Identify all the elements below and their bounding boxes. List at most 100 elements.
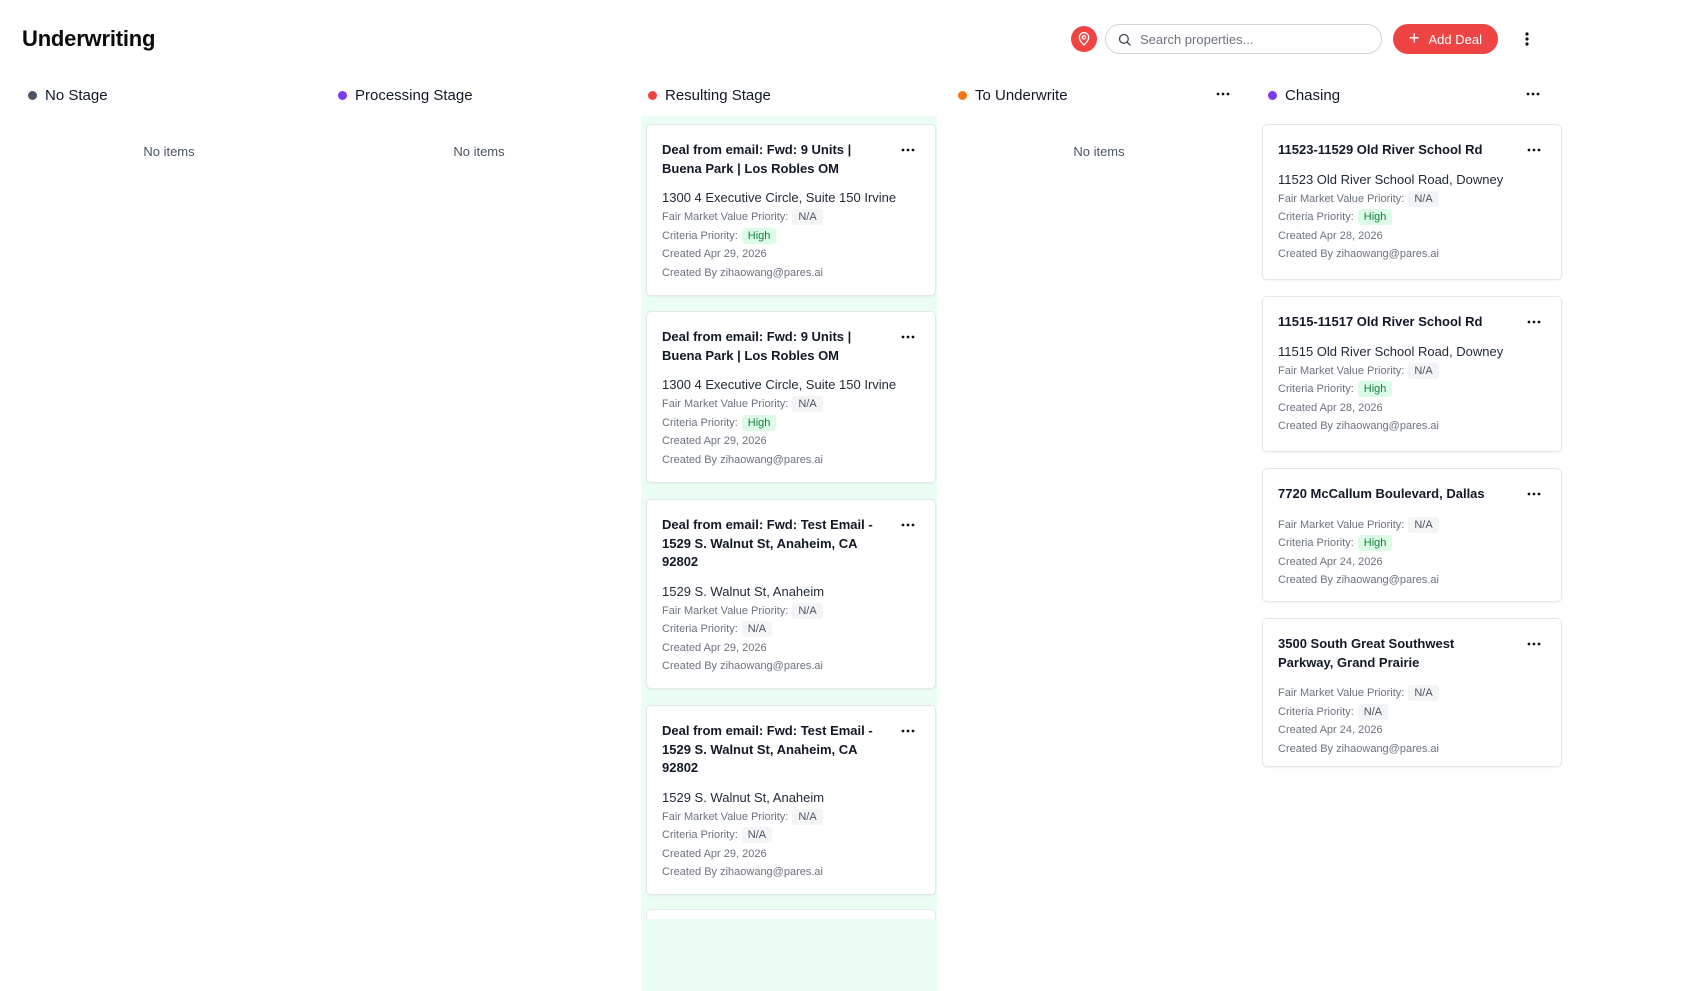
deal-card-partial[interactable] [646, 909, 936, 919]
search-box[interactable] [1105, 24, 1382, 54]
card-menu-button[interactable] [898, 143, 918, 157]
column-to-underwrite: To Underwrite No items [951, 78, 1247, 991]
card-menu-button[interactable] [898, 518, 918, 532]
more-horizontal-icon [1527, 492, 1541, 496]
card-menu-button[interactable] [1524, 143, 1544, 157]
criteria-label: Criteria Priority: [1278, 211, 1354, 223]
fmv-badge: N/A [792, 602, 823, 619]
criteria-priority: Criteria Priority: High [1278, 534, 1546, 553]
criteria-priority: Criteria Priority: High [662, 227, 920, 246]
page-title: Underwriting [22, 26, 156, 51]
column-chasing: Chasing 11523-11529 Old River School Rd … [1261, 78, 1562, 991]
column-title: Chasing [1285, 86, 1341, 104]
map-pin-icon [1078, 32, 1090, 46]
empty-state: No items [453, 144, 505, 159]
created-by: Created By zihaowang@pares.ai [662, 266, 823, 279]
created-date: Created Apr 29, 2026 [662, 847, 767, 860]
deal-card[interactable]: Deal from email: Fwd: 9 Units | Buena Pa… [646, 311, 936, 483]
criteria-badge: N/A [741, 827, 773, 844]
fmv-label: Fair Market Value Priority: [1278, 364, 1405, 377]
created-by: Created By zihaowang@pares.ai [1278, 420, 1439, 432]
more-horizontal-icon [1527, 320, 1541, 324]
add-deal-button[interactable]: + Add Deal [1393, 24, 1498, 54]
created-date: Created Apr 24, 2026 [1278, 555, 1383, 568]
created-date: Created Apr 29, 2026 [662, 641, 767, 654]
more-horizontal-icon [901, 523, 915, 527]
criteria-label: Criteria Priority: [662, 829, 738, 841]
page-menu-button[interactable] [1518, 28, 1536, 50]
criteria-badge: High [741, 414, 777, 431]
criteria-badge: High [1357, 535, 1393, 552]
fmv-label: Fair Market Value Priority: [662, 604, 789, 617]
column-header: Resulting Stage [641, 78, 937, 112]
stage-dot [958, 90, 967, 100]
fmv-badge: N/A [792, 808, 823, 825]
card-menu-button[interactable] [898, 724, 918, 738]
card-title: Deal from email: Fwd: Test Email - 1529 … [662, 517, 873, 569]
fmv-badge: N/A [1408, 190, 1439, 207]
card-address: 11515 Old River School Road, Downey [1278, 343, 1504, 359]
criteria-priority: Criteria Priority: N/A [1278, 703, 1546, 722]
card-title: 7720 McCallum Boulevard, Dallas [1278, 486, 1485, 501]
fmv-priority: Fair Market Value Priority: N/A [662, 602, 920, 621]
column-menu-button[interactable] [1521, 84, 1545, 104]
fmv-badge: N/A [1408, 516, 1439, 533]
card-title: Deal from email: Fwd: 9 Units | Buena Pa… [662, 329, 852, 363]
stage-dot [338, 90, 347, 100]
card-menu-button[interactable] [1524, 315, 1544, 329]
criteria-badge: High [1357, 209, 1393, 226]
fmv-label: Fair Market Value Priority: [1278, 518, 1405, 531]
deal-card[interactable]: 3500 South Great Southwest Parkway, Gran… [1262, 618, 1562, 767]
created-date: Created Apr 29, 2026 [662, 248, 767, 260]
column-title: Resulting Stage [665, 86, 771, 104]
column-title: Processing Stage [355, 86, 473, 104]
deal-card[interactable]: Deal from email: Fwd: Test Email - 1529 … [646, 705, 936, 895]
more-horizontal-icon [1527, 642, 1541, 646]
criteria-priority: Criteria Priority: N/A [662, 826, 920, 845]
column-menu-button[interactable] [1211, 84, 1235, 104]
more-horizontal-icon [901, 729, 915, 733]
fmv-priority: Fair Market Value Priority: N/A [1278, 516, 1546, 535]
criteria-priority: Criteria Priority: N/A [662, 620, 920, 639]
created-date: Created Apr 24, 2026 [1278, 724, 1383, 736]
deal-card[interactable]: Deal from email: Fwd: Test Email - 1529 … [646, 499, 936, 689]
fmv-label: Fair Market Value Priority: [662, 398, 789, 410]
page-header: Underwriting + Add Deal [0, 0, 1699, 78]
card-menu-button[interactable] [898, 330, 918, 344]
search-input[interactable] [1140, 31, 1370, 47]
criteria-label: Criteria Priority: [662, 229, 738, 242]
created-date: Created Apr 29, 2026 [662, 435, 767, 447]
card-title: 3500 South Great Southwest Parkway, Gran… [1278, 636, 1455, 670]
add-deal-label: Add Deal [1428, 31, 1482, 47]
card-menu-button[interactable] [1524, 487, 1544, 501]
more-horizontal-icon [901, 335, 915, 339]
card-title: 11515-11517 Old River School Rd [1278, 314, 1483, 329]
criteria-priority: Criteria Priority: High [662, 414, 920, 433]
map-view-button[interactable] [1071, 26, 1097, 52]
more-horizontal-icon [1527, 148, 1541, 152]
criteria-priority: Criteria Priority: High [1278, 208, 1546, 227]
fmv-label: Fair Market Value Priority: [1278, 192, 1405, 205]
deal-card[interactable]: 11523-11529 Old River School Rd 11523 Ol… [1262, 124, 1562, 280]
criteria-label: Criteria Priority: [662, 416, 738, 429]
empty-state: No items [1073, 144, 1125, 159]
fmv-badge: N/A [1408, 362, 1439, 379]
deal-card[interactable]: 11515-11517 Old River School Rd 11515 Ol… [1262, 296, 1562, 452]
search-icon [1118, 33, 1131, 46]
created-by: Created By zihaowang@pares.ai [662, 660, 823, 672]
column-resulting-stage: Resulting Stage Deal from email: Fwd: 9 … [641, 78, 937, 991]
criteria-label: Criteria Priority: [1278, 705, 1354, 718]
created-by: Created By zihaowang@pares.ai [1278, 742, 1439, 755]
deal-card[interactable]: Deal from email: Fwd: 9 Units | Buena Pa… [646, 124, 936, 296]
resulting-lane: Deal from email: Fwd: 9 Units | Buena Pa… [641, 116, 937, 991]
fmv-badge: N/A [792, 209, 823, 226]
deal-card[interactable]: 7720 McCallum Boulevard, Dallas Fair Mar… [1262, 468, 1562, 602]
card-address: 1529 S. Walnut St, Anaheim [662, 583, 825, 599]
column-title: To Underwrite [975, 86, 1068, 104]
card-address: 1529 S. Walnut St, Anaheim [662, 789, 825, 805]
card-address: 1300 4 Executive Circle, Suite 150 Irvin… [662, 190, 897, 205]
criteria-badge: N/A [1357, 703, 1389, 720]
card-menu-button[interactable] [1524, 637, 1544, 651]
fmv-badge: N/A [1408, 685, 1439, 702]
fmv-label: Fair Market Value Priority: [662, 810, 789, 823]
